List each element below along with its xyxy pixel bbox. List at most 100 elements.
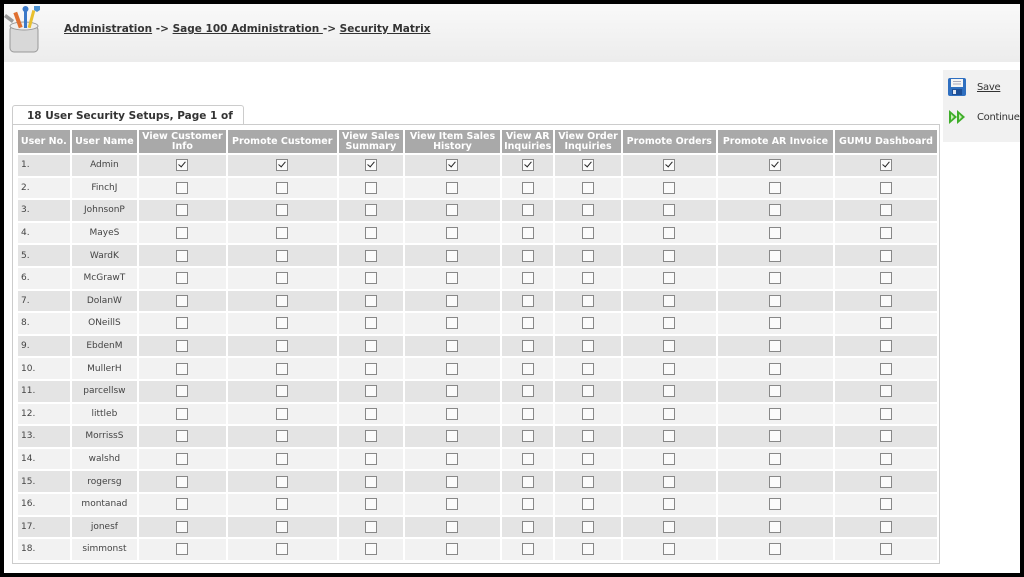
checkbox-promote-orders[interactable] — [663, 272, 676, 285]
checkbox-promote-customer[interactable] — [276, 430, 289, 443]
checkbox-view-item-sales-history[interactable] — [446, 159, 459, 172]
checkbox-view-sales-summary[interactable] — [364, 453, 377, 466]
checkbox-promote-customer[interactable] — [276, 362, 289, 375]
checkbox-promote-orders[interactable] — [663, 385, 676, 398]
checkbox-view-sales-summary[interactable] — [364, 159, 377, 172]
checkbox-view-item-sales-history[interactable] — [446, 362, 459, 375]
checkbox-view-customer-info[interactable] — [176, 204, 189, 217]
checkbox-view-order-inquiries[interactable] — [582, 340, 595, 353]
save-button[interactable]: Save — [947, 76, 1001, 98]
checkbox-view-order-inquiries[interactable] — [582, 227, 595, 240]
checkbox-view-customer-info[interactable] — [176, 272, 189, 285]
checkbox-view-item-sales-history[interactable] — [446, 520, 459, 533]
checkbox-view-customer-info[interactable] — [176, 385, 189, 398]
checkbox-view-customer-info[interactable] — [176, 362, 189, 375]
checkbox-gumu-dashboard[interactable] — [880, 227, 893, 240]
checkbox-view-ar-inquiries[interactable] — [521, 543, 534, 556]
checkbox-promote-orders[interactable] — [663, 362, 676, 375]
checkbox-view-ar-inquiries[interactable] — [521, 272, 534, 285]
checkbox-promote-ar-invoice[interactable] — [769, 362, 782, 375]
checkbox-view-order-inquiries[interactable] — [582, 249, 595, 262]
checkbox-view-customer-info[interactable] — [176, 159, 189, 172]
checkbox-view-order-inquiries[interactable] — [582, 475, 595, 488]
checkbox-promote-ar-invoice[interactable] — [769, 159, 782, 172]
checkbox-view-order-inquiries[interactable] — [582, 362, 595, 375]
checkbox-view-ar-inquiries[interactable] — [521, 249, 534, 262]
checkbox-view-ar-inquiries[interactable] — [521, 159, 534, 172]
tab-user-security-setups[interactable]: 18 User Security Setups, Page 1 of 1 — [12, 105, 244, 142]
checkbox-view-item-sales-history[interactable] — [446, 340, 459, 353]
checkbox-promote-orders[interactable] — [663, 430, 676, 443]
checkbox-view-customer-info[interactable] — [176, 543, 189, 556]
checkbox-promote-customer[interactable] — [276, 453, 289, 466]
checkbox-view-item-sales-history[interactable] — [446, 430, 459, 443]
checkbox-promote-ar-invoice[interactable] — [769, 498, 782, 511]
checkbox-view-item-sales-history[interactable] — [446, 204, 459, 217]
checkbox-view-customer-info[interactable] — [176, 181, 189, 194]
checkbox-promote-ar-invoice[interactable] — [769, 430, 782, 443]
checkbox-promote-ar-invoice[interactable] — [769, 475, 782, 488]
checkbox-view-ar-inquiries[interactable] — [521, 227, 534, 240]
checkbox-view-sales-summary[interactable] — [364, 362, 377, 375]
checkbox-promote-orders[interactable] — [663, 204, 676, 217]
checkbox-view-sales-summary[interactable] — [364, 272, 377, 285]
checkbox-view-customer-info[interactable] — [176, 407, 189, 420]
checkbox-promote-ar-invoice[interactable] — [769, 340, 782, 353]
checkbox-view-order-inquiries[interactable] — [582, 181, 595, 194]
checkbox-view-sales-summary[interactable] — [364, 340, 377, 353]
breadcrumb-administration[interactable]: Administration — [64, 23, 152, 35]
checkbox-view-order-inquiries[interactable] — [582, 294, 595, 307]
checkbox-promote-orders[interactable] — [663, 407, 676, 420]
checkbox-view-order-inquiries[interactable] — [582, 317, 595, 330]
checkbox-gumu-dashboard[interactable] — [880, 317, 893, 330]
checkbox-promote-ar-invoice[interactable] — [769, 317, 782, 330]
checkbox-view-sales-summary[interactable] — [364, 543, 377, 556]
checkbox-view-ar-inquiries[interactable] — [521, 498, 534, 511]
checkbox-promote-orders[interactable] — [663, 159, 676, 172]
checkbox-promote-customer[interactable] — [276, 340, 289, 353]
checkbox-promote-customer[interactable] — [276, 181, 289, 194]
checkbox-promote-orders[interactable] — [663, 543, 676, 556]
checkbox-promote-customer[interactable] — [276, 498, 289, 511]
checkbox-promote-customer[interactable] — [276, 543, 289, 556]
checkbox-promote-ar-invoice[interactable] — [769, 520, 782, 533]
checkbox-gumu-dashboard[interactable] — [880, 181, 893, 194]
checkbox-view-sales-summary[interactable] — [364, 227, 377, 240]
checkbox-promote-ar-invoice[interactable] — [769, 453, 782, 466]
checkbox-promote-customer[interactable] — [276, 272, 289, 285]
checkbox-promote-ar-invoice[interactable] — [769, 385, 782, 398]
continue-button[interactable]: Continue — [947, 106, 1020, 128]
checkbox-view-sales-summary[interactable] — [364, 204, 377, 217]
checkbox-promote-ar-invoice[interactable] — [769, 272, 782, 285]
checkbox-view-ar-inquiries[interactable] — [521, 385, 534, 398]
checkbox-gumu-dashboard[interactable] — [880, 294, 893, 307]
checkbox-view-order-inquiries[interactable] — [582, 407, 595, 420]
checkbox-view-customer-info[interactable] — [176, 498, 189, 511]
checkbox-promote-orders[interactable] — [663, 317, 676, 330]
checkbox-promote-customer[interactable] — [276, 520, 289, 533]
checkbox-gumu-dashboard[interactable] — [880, 407, 893, 420]
checkbox-view-item-sales-history[interactable] — [446, 543, 459, 556]
checkbox-view-order-inquiries[interactable] — [582, 385, 595, 398]
checkbox-view-sales-summary[interactable] — [364, 498, 377, 511]
checkbox-view-sales-summary[interactable] — [364, 407, 377, 420]
checkbox-view-item-sales-history[interactable] — [446, 475, 459, 488]
checkbox-gumu-dashboard[interactable] — [880, 159, 893, 172]
checkbox-gumu-dashboard[interactable] — [880, 543, 893, 556]
checkbox-view-ar-inquiries[interactable] — [521, 520, 534, 533]
checkbox-promote-customer[interactable] — [276, 317, 289, 330]
checkbox-promote-customer[interactable] — [276, 385, 289, 398]
checkbox-view-sales-summary[interactable] — [364, 430, 377, 443]
checkbox-view-ar-inquiries[interactable] — [521, 407, 534, 420]
checkbox-promote-customer[interactable] — [276, 294, 289, 307]
checkbox-view-ar-inquiries[interactable] — [521, 340, 534, 353]
checkbox-view-ar-inquiries[interactable] — [521, 475, 534, 488]
checkbox-promote-ar-invoice[interactable] — [769, 204, 782, 217]
checkbox-promote-ar-invoice[interactable] — [769, 294, 782, 307]
checkbox-gumu-dashboard[interactable] — [880, 520, 893, 533]
checkbox-promote-ar-invoice[interactable] — [769, 249, 782, 262]
checkbox-promote-orders[interactable] — [663, 294, 676, 307]
checkbox-view-customer-info[interactable] — [176, 227, 189, 240]
checkbox-view-item-sales-history[interactable] — [446, 249, 459, 262]
checkbox-view-ar-inquiries[interactable] — [521, 294, 534, 307]
